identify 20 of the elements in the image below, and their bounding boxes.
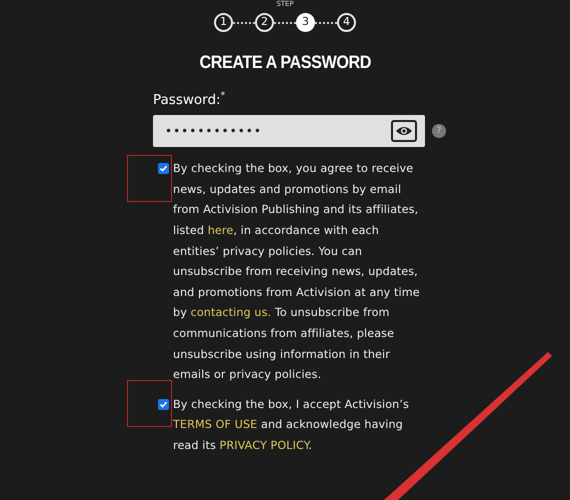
show-password-button[interactable] (391, 120, 417, 142)
consent-text: By checking the box, I accept Activision’s TERMS OF USE and acknowledge having read its PRIVACY POLICY. (173, 396, 410, 454)
step-indicator: 1 (214, 13, 233, 32)
step-indicator: 3 (296, 13, 315, 32)
checkbox[interactable] (158, 398, 169, 410)
field-label: Password: (153, 91, 221, 110)
step-indicator: 4 (337, 13, 356, 32)
link[interactable]: here (208, 224, 234, 238)
page-title: CREATE A PASSWORD (199, 51, 371, 74)
consent-text: By checking the box, you agree to receive news, updates and promotions by email from Activision Publishing and its affiliates, listed here, in accordance with each entities’ privacy policies. You can unsubscribe from receiving news, updates, and promotions from Activision at any time by contacting us. To unsubscribe from communications from affiliates, please unsubscribe using information in their emails or privacy policies. (173, 161, 421, 384)
link[interactable]: PRIVACY POLICY (220, 438, 308, 452)
password-field[interactable]: •••••••••••• (153, 115, 425, 148)
eye-icon (396, 126, 412, 136)
annotation-box (127, 380, 172, 427)
link[interactable]: contacting us. (190, 306, 272, 320)
required-mark: * (220, 90, 226, 103)
checkbox[interactable] (158, 163, 169, 174)
step-indicator: 2 (255, 13, 274, 32)
annotation-box (127, 155, 172, 202)
link[interactable]: TERMS OF USE (173, 418, 258, 432)
